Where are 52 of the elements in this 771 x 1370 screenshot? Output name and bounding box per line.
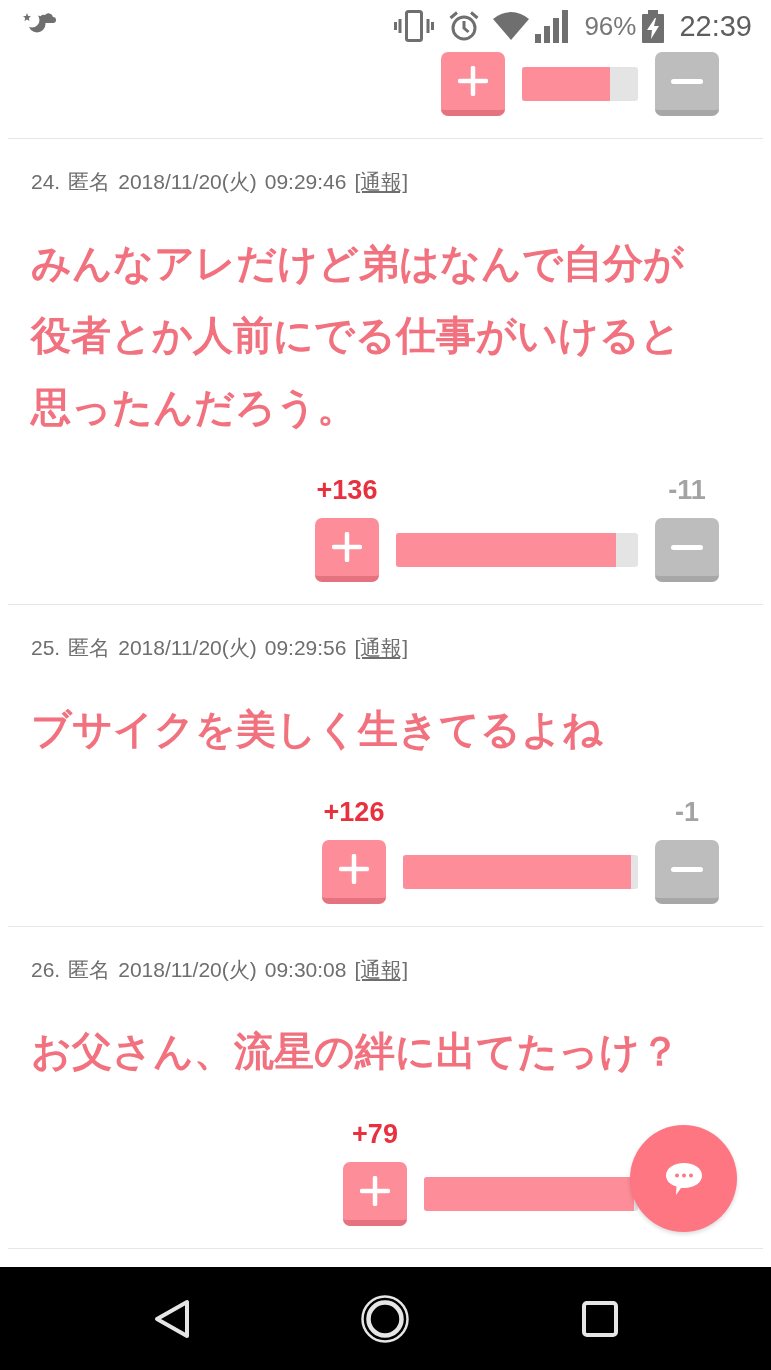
report-link[interactable]: [通報] bbox=[354, 169, 409, 195]
upvote-count: +136 bbox=[316, 475, 378, 505]
vibrate-icon bbox=[394, 10, 435, 42]
signal-icon bbox=[535, 9, 570, 43]
minus-icon bbox=[671, 866, 703, 872]
upvote-count: +126 bbox=[323, 797, 385, 827]
wifi-icon bbox=[492, 11, 531, 41]
downvote-button[interactable] bbox=[655, 840, 719, 904]
post-number: 24. bbox=[31, 169, 61, 195]
home-circle-icon bbox=[361, 1294, 409, 1343]
clock-time: 22:39 bbox=[679, 10, 752, 42]
post-time: 09:29:46 bbox=[264, 169, 347, 195]
upvote-button[interactable] bbox=[441, 52, 505, 116]
upvote-button[interactable] bbox=[315, 518, 379, 582]
minus-icon bbox=[671, 78, 703, 84]
back-button[interactable] bbox=[154, 1298, 190, 1339]
post-date: 2018/11/20(火) bbox=[118, 635, 257, 661]
post-date: 2018/11/20(火) bbox=[118, 957, 257, 983]
post-time: 09:30:08 bbox=[264, 957, 347, 983]
comment-text: お父さん、流星の絆に出てたっけ？ bbox=[31, 1028, 681, 1075]
author-name: 匿名 bbox=[68, 169, 111, 195]
minus-icon bbox=[671, 544, 703, 550]
battery-percent: 96% bbox=[584, 10, 637, 42]
plus-icon bbox=[360, 1176, 390, 1206]
downvote-count: -1 bbox=[675, 797, 699, 827]
report-link[interactable]: [通報] bbox=[354, 957, 409, 983]
upvote-button[interactable] bbox=[343, 1162, 407, 1226]
post-number: 25. bbox=[31, 635, 61, 661]
back-triangle-icon bbox=[154, 1298, 190, 1339]
downvote-button[interactable] bbox=[655, 52, 719, 116]
author-name: 匿名 bbox=[68, 957, 111, 983]
charging-battery-icon bbox=[642, 9, 665, 43]
plus-icon bbox=[339, 854, 369, 884]
moon-cloud-icon bbox=[22, 10, 56, 34]
upvote-count: +79 bbox=[352, 1119, 398, 1149]
comment-text: みんなアレだけど弟はなんで自分が役者とか人前にでる仕事がいけると思ったんだろう。 bbox=[31, 240, 685, 431]
plus-icon bbox=[332, 532, 362, 562]
home-button[interactable] bbox=[361, 1294, 409, 1343]
downvote-count: -11 bbox=[668, 475, 706, 505]
post-time: 09:29:56 bbox=[264, 635, 347, 661]
alarm-clock-icon bbox=[448, 10, 481, 42]
recents-button[interactable] bbox=[582, 1300, 618, 1337]
plus-icon bbox=[458, 66, 488, 96]
post-number: 26. bbox=[31, 957, 61, 983]
speech-bubble-icon bbox=[664, 1161, 703, 1196]
upvote-button[interactable] bbox=[322, 840, 386, 904]
post-date: 2018/11/20(火) bbox=[118, 169, 257, 195]
square-icon bbox=[582, 1300, 618, 1337]
report-link[interactable]: [通報] bbox=[354, 635, 409, 661]
author-name: 匿名 bbox=[68, 635, 111, 661]
comment-text: ブサイクを美しく生きてるよね bbox=[31, 706, 604, 753]
downvote-button[interactable] bbox=[655, 518, 719, 582]
